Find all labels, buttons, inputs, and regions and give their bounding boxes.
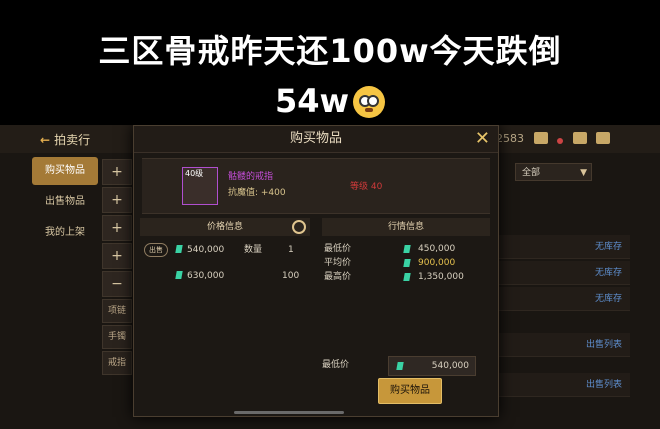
caption-line-2: 54w [0,82,660,120]
subtab-ring[interactable]: 戒指 [102,351,132,375]
gem-icon [175,245,183,253]
flushed-face-icon [353,86,386,118]
list-item[interactable]: 出售列表 [490,373,630,397]
back-arrow-icon: ← [40,133,51,147]
list-item[interactable]: 无库存 [490,235,630,259]
gem-icon [175,271,183,279]
notification-dot-icon [557,138,563,144]
game-screen: ← 拍卖行 2583 购买物品 出售物品 我的上架 + + + + − 项链 手镯… [0,125,660,429]
min-price-label: 最低价 [322,360,350,370]
market-label: 最高价 [324,272,352,282]
expand-button[interactable]: + [102,243,132,269]
buy-item-dialog: 购买物品 ✕ 40级 骷髅的戒指 抗魔值: +400 等级 40 价格信息 行情… [133,125,499,417]
filter-dropdown[interactable]: 全部 ▼ [515,163,592,181]
chat-icon[interactable] [596,132,610,144]
expand-button[interactable]: + [102,187,132,213]
market-row-avg: 平均价 900,000 [324,256,474,270]
min-price-row: 最低价 540,000 [322,356,492,376]
gem-icon [403,245,411,253]
expand-button[interactable]: + [102,159,132,185]
market-value: 1,350,000 [418,272,464,282]
market-info-header: 行情信息 [322,218,490,236]
market-row-min: 最低价 450,000 [324,242,474,256]
gem-icon [403,273,411,281]
close-icon[interactable]: ✕ [475,128,490,149]
item-name: 骷髅的戒指 [228,172,274,182]
market-label: 最低价 [324,244,352,254]
item-stat: 抗魔值: +400 [228,188,286,198]
bag-icon[interactable] [533,132,548,144]
caption-line-2-text: 54w [274,82,350,120]
table-row[interactable]: 出售 540,000 数量 1 [140,240,310,260]
server-text: 2583 [496,132,524,145]
table-row[interactable]: 630,000 100 [140,266,310,286]
caption-line-1: 三区骨戒昨天还100w今天跌倒 [98,32,562,70]
quantity-label: 数量 [244,245,263,255]
collapse-button[interactable]: − [102,271,132,297]
subtab-bracelet[interactable]: 手镯 [102,325,132,349]
expand-button[interactable]: + [102,215,132,241]
listing-price: 540,000 [187,245,225,255]
back-button[interactable]: ← 拍卖行 [40,131,90,148]
list-item[interactable]: 出售列表 [490,333,630,357]
listing-quantity: 100 [282,271,300,281]
list-item[interactable]: 无库存 [490,287,630,311]
scrollbar[interactable] [234,411,344,414]
refresh-icon[interactable] [292,220,306,234]
gem-icon [396,362,404,370]
sidebar-item-my-listings[interactable]: 我的上架 [32,219,98,247]
item-level: 40级 [185,169,204,178]
price-info-header: 价格信息 [140,218,310,236]
market-value: 450,000 [418,244,456,254]
subtab-necklace[interactable]: 项链 [102,299,132,323]
gem-icon [403,259,411,267]
buy-button[interactable]: 购买物品 [378,378,442,404]
mail-icon[interactable] [572,132,587,144]
item-info: 40级 骷髅的戒指 抗魔值: +400 等级 40 [142,158,490,214]
filter-value: 全部 [522,168,541,178]
market-value: 900,000 [418,258,456,268]
list-item[interactable]: 无库存 [490,261,630,285]
sell-tag[interactable]: 出售 [144,243,168,257]
min-price-field: 540,000 [388,356,476,376]
listing-quantity: 1 [288,245,294,255]
dialog-title: 购买物品 [134,126,498,153]
market-row-max: 最高价 1,350,000 [324,270,474,284]
ring-item-icon[interactable]: 40级 [182,167,218,205]
listing-price: 630,000 [187,271,225,281]
min-price-value: 540,000 [431,361,469,371]
sidebar-item-sell[interactable]: 出售物品 [32,188,98,216]
market-label: 平均价 [324,258,352,268]
level-requirement: 等级 40 [350,182,383,192]
top-right-status: 2583 [496,132,610,145]
chevron-down-icon: ▼ [580,168,587,178]
back-label: 拍卖行 [54,133,91,147]
sidebar-item-buy[interactable]: 购买物品 [32,157,98,185]
price-info-label: 价格信息 [206,222,243,232]
